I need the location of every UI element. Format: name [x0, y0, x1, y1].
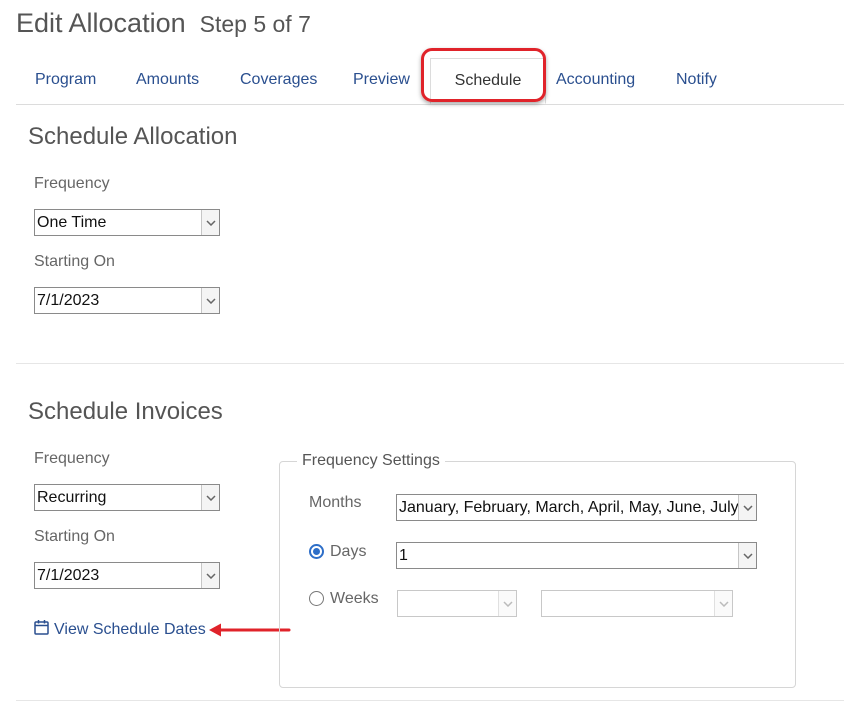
page-title: Edit Allocation Step 5 of 7	[16, 8, 311, 39]
tab-preview[interactable]: Preview	[353, 71, 410, 89]
invoices-starting-label: Starting On	[34, 528, 115, 545]
weeks-radio[interactable]	[309, 591, 324, 606]
chevron-down-icon	[714, 591, 732, 616]
chevron-down-icon	[201, 485, 219, 510]
calendar-icon	[34, 619, 49, 640]
invoices-frequency-select[interactable]: Recurring	[34, 484, 220, 511]
invoices-frequency-value: Recurring	[37, 488, 107, 506]
chevron-down-icon	[498, 591, 516, 616]
allocation-frequency-label: Frequency	[34, 175, 110, 192]
tab-schedule[interactable]: Schedule	[430, 58, 546, 104]
schedule-allocation-title: Schedule Allocation	[28, 123, 238, 150]
chevron-down-icon	[201, 288, 219, 313]
chevron-down-icon	[201, 210, 219, 235]
tab-accounting[interactable]: Accounting	[556, 71, 635, 89]
days-radio[interactable]	[309, 544, 324, 559]
months-select[interactable]: January, February, March, April, May, Ju…	[396, 494, 757, 521]
tab-program[interactable]: Program	[35, 71, 96, 89]
weeks-label: Weeks	[330, 590, 379, 607]
tab-amounts[interactable]: Amounts	[136, 71, 199, 89]
allocation-starting-value: 7/1/2023	[37, 291, 100, 309]
allocation-frequency-select[interactable]: One Time	[34, 209, 220, 236]
view-schedule-dates-link[interactable]: View Schedule Dates	[34, 619, 206, 640]
frequency-settings-legend: Frequency Settings	[297, 452, 445, 470]
step-indicator: Step 5 of 7	[199, 11, 311, 37]
view-schedule-dates-text: View Schedule Dates	[54, 620, 206, 638]
tab-coverages[interactable]: Coverages	[240, 71, 317, 89]
chevron-down-icon	[201, 563, 219, 588]
tab-notify[interactable]: Notify	[676, 71, 717, 89]
bottom-divider	[16, 700, 844, 701]
tab-bar: Program Amounts Coverages Preview Schedu…	[16, 58, 844, 105]
section-divider	[16, 363, 844, 364]
allocation-frequency-value: One Time	[37, 213, 107, 231]
schedule-invoices-title: Schedule Invoices	[28, 398, 223, 425]
invoices-frequency-label: Frequency	[34, 450, 110, 467]
weeks-day-select[interactable]	[541, 590, 733, 617]
weeks-interval-select[interactable]	[397, 590, 517, 617]
months-label: Months	[309, 494, 362, 511]
allocation-starting-select[interactable]: 7/1/2023	[34, 287, 220, 314]
months-value: January, February, March, April, May, Ju…	[399, 498, 738, 516]
chevron-down-icon	[738, 543, 756, 568]
invoices-starting-value: 7/1/2023	[37, 566, 100, 584]
page-title-text: Edit Allocation	[16, 8, 186, 38]
invoices-starting-select[interactable]: 7/1/2023	[34, 562, 220, 589]
days-select[interactable]: 1	[396, 542, 757, 569]
chevron-down-icon	[738, 495, 756, 520]
allocation-starting-label: Starting On	[34, 253, 115, 270]
days-value: 1	[399, 546, 408, 564]
days-label: Days	[330, 543, 367, 560]
